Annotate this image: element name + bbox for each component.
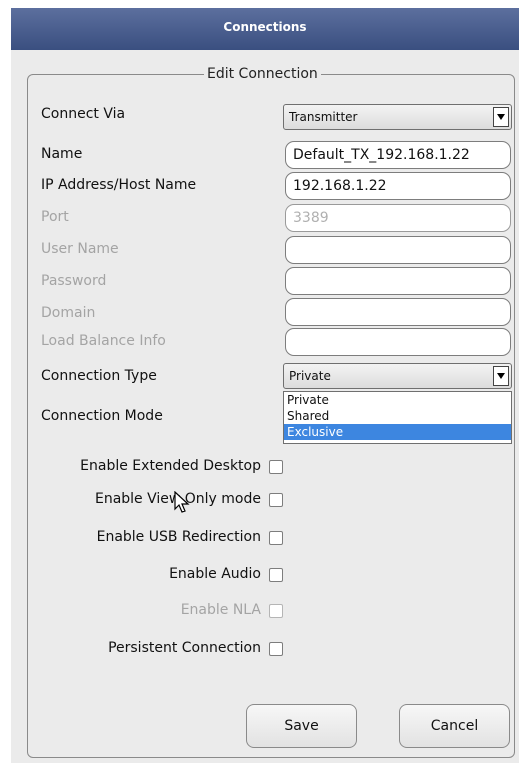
name-label: Name (41, 146, 83, 162)
domain-label: Domain (41, 305, 96, 321)
connection-type-label: Connection Type (41, 368, 157, 384)
port-field: 3389 (285, 204, 511, 232)
usb-redirection-checkbox[interactable] (269, 531, 283, 545)
connect-via-select[interactable]: Transmitter (283, 104, 512, 130)
port-label: Port (41, 209, 69, 225)
load-balance-field[interactable] (285, 328, 511, 356)
nla-checkbox (269, 604, 283, 618)
domain-field[interactable] (285, 298, 511, 326)
option-private[interactable]: Private (284, 392, 511, 408)
connection-type-value: Private (289, 369, 331, 383)
audio-label: Enable Audio (169, 566, 261, 582)
option-shared[interactable]: Shared (284, 408, 511, 424)
extended-desktop-checkbox[interactable] (269, 460, 283, 474)
connect-via-label: Connect Via (41, 106, 126, 122)
group-legend: Edit Connection (204, 65, 321, 83)
save-button[interactable]: Save (246, 704, 357, 748)
window-title: Connections (11, 8, 519, 50)
user-name-field[interactable] (285, 236, 511, 264)
connect-via-value: Transmitter (289, 110, 358, 124)
connection-type-select[interactable]: Private (283, 363, 512, 389)
password-field[interactable] (285, 267, 511, 295)
load-balance-label: Load Balance Info (41, 333, 166, 349)
usb-redirection-label: Enable USB Redirection (96, 529, 261, 545)
view-only-checkbox[interactable] (269, 493, 283, 507)
password-label: Password (41, 273, 107, 289)
connection-mode-label: Connection Mode (41, 408, 163, 424)
user-name-label: User Name (41, 241, 119, 257)
chevron-down-icon[interactable] (493, 107, 509, 127)
nla-label: Enable NLA (180, 602, 261, 618)
extended-desktop-label: Enable Extended Desktop (80, 458, 261, 474)
audio-checkbox[interactable] (269, 568, 283, 582)
connections-window: Connections Edit Connection Connect Via … (11, 8, 519, 763)
chevron-down-icon[interactable] (493, 366, 509, 386)
persistent-label: Persistent Connection (108, 640, 261, 656)
ip-address-field[interactable]: 192.168.1.22 (285, 172, 511, 200)
mouse-cursor-icon (174, 491, 190, 513)
ip-label: IP Address/Host Name (41, 177, 197, 193)
persistent-checkbox[interactable] (269, 642, 283, 656)
cancel-button[interactable]: Cancel (399, 704, 510, 748)
option-exclusive[interactable]: Exclusive (284, 424, 511, 440)
name-field[interactable]: Default_TX_192.168.1.22 (285, 141, 511, 169)
connection-type-dropdown: Private Shared Exclusive (283, 391, 512, 444)
